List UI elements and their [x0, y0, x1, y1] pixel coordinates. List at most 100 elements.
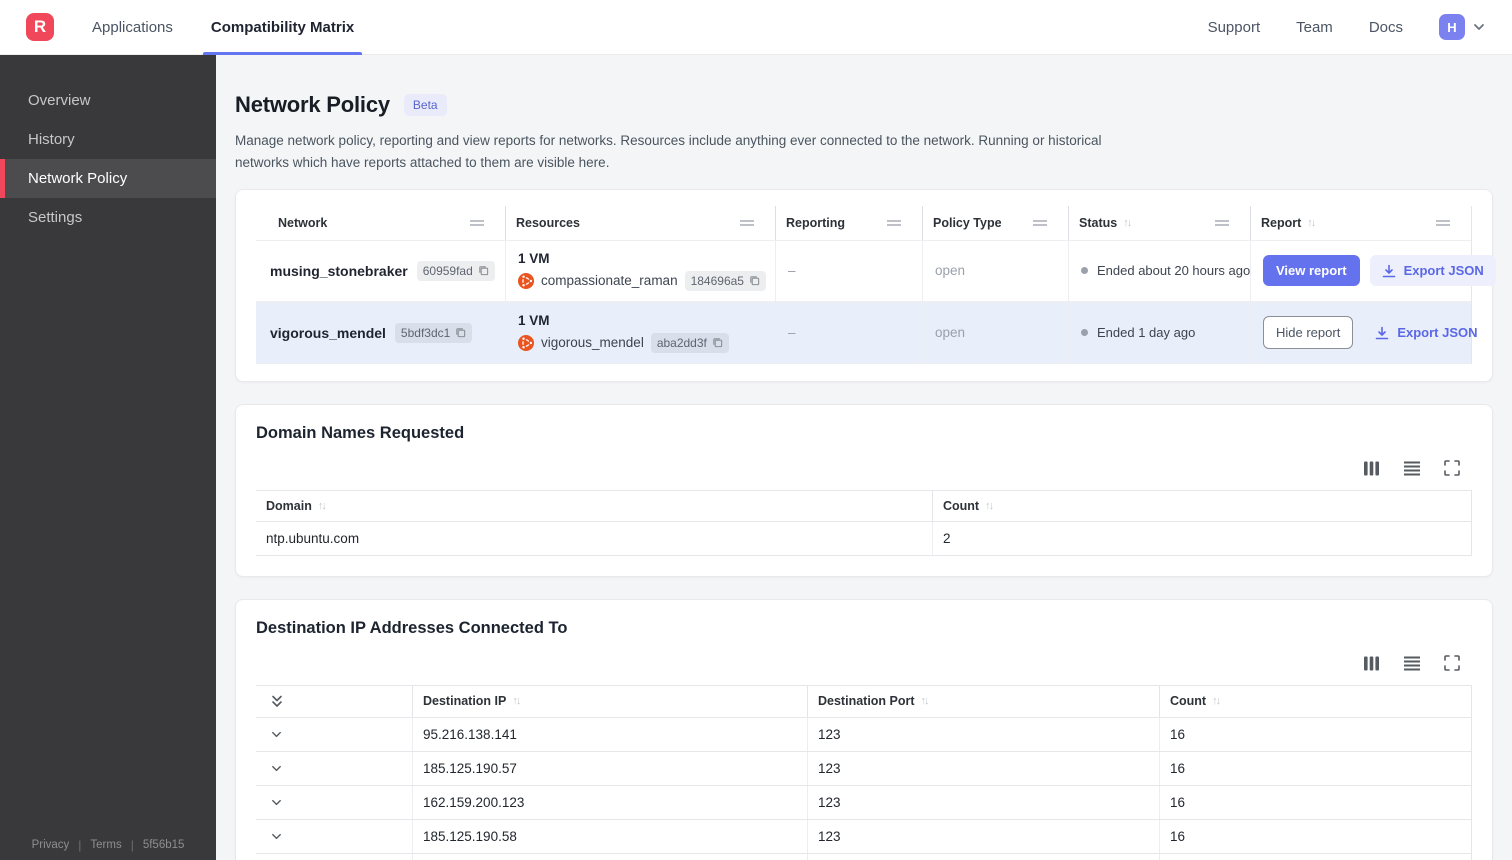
destination-ip-value: 95.216.138.141	[413, 717, 808, 751]
export-json-label: Export JSON	[1403, 263, 1484, 279]
drag-handle-icon[interactable]	[469, 219, 485, 227]
count-value: 16	[1170, 760, 1186, 776]
view-report-button[interactable]: View report	[1263, 255, 1360, 287]
download-icon	[1382, 264, 1396, 278]
page-title: Network Policy	[235, 92, 390, 117]
column-header-status[interactable]: Status ↑↓	[1069, 205, 1251, 240]
terms-link[interactable]: Terms	[90, 839, 121, 851]
column-header-destination-port[interactable]: Destination Port ↑↓	[808, 685, 1160, 717]
app-logo[interactable]: R	[26, 13, 54, 41]
network-id-pill: 60959fad	[416, 260, 495, 281]
sort-icon[interactable]: ↑↓	[318, 500, 327, 512]
columns-icon[interactable]	[1363, 655, 1380, 672]
column-header-count[interactable]: Count ↑↓	[933, 491, 1471, 521]
sidebar-item-overview[interactable]: Overview	[0, 81, 216, 120]
privacy-link[interactable]: Privacy	[32, 839, 70, 851]
sort-icon[interactable]: ↑↓	[512, 695, 521, 707]
domain-row[interactable]: ntp.ubuntu.com 2	[256, 521, 1471, 556]
sidebar-footer: Privacy | Terms | 5f56b15	[0, 838, 216, 852]
drag-handle-icon[interactable]	[1214, 219, 1230, 227]
column-label: Reporting	[786, 215, 846, 230]
drag-handle-icon[interactable]	[1435, 219, 1451, 227]
nav-link-support[interactable]: Support	[1208, 19, 1261, 36]
destination-row[interactable]: 95.216.100.21 123 16	[256, 853, 1471, 860]
resource-name: vigorous_mendel	[541, 335, 644, 351]
sort-icon[interactable]: ↑↓	[985, 500, 994, 512]
row-density-icon[interactable]	[1403, 655, 1421, 672]
chevron-down-icon[interactable]	[270, 762, 283, 775]
destinations-table: Destination IP ↑↓ Destination Port ↑↓ Co…	[256, 684, 1472, 860]
destination-row[interactable]: 162.159.200.123 123 16	[256, 785, 1471, 820]
network-row-vigorous-mendel[interactable]: vigorous_mendel 5bdf3dc1 1 VM vigorous_m…	[256, 301, 1478, 364]
sidebar-item-network-policy[interactable]: Network Policy	[0, 159, 216, 198]
hide-report-button[interactable]: Hide report	[1263, 316, 1354, 350]
vm-count: 1 VM	[518, 250, 550, 266]
column-label: Destination Port	[818, 694, 915, 709]
sidebar-item-history[interactable]: History	[0, 120, 216, 159]
top-navbar: R Applications Compatibility Matrix Supp…	[0, 0, 1512, 55]
column-header-domain[interactable]: Domain ↑↓	[256, 490, 933, 521]
sort-icon[interactable]: ↑↓	[1212, 695, 1221, 707]
destination-row[interactable]: 185.125.190.58 123 16	[256, 819, 1471, 854]
status-dot-icon	[1081, 329, 1088, 337]
double-chevron-down-icon[interactable]	[270, 694, 284, 709]
chevron-down-icon[interactable]	[270, 728, 283, 741]
export-json-label: Export JSON	[1397, 325, 1478, 341]
sort-icon[interactable]: ↑↓	[1307, 217, 1316, 229]
footer-divider: |	[78, 838, 82, 852]
column-header-resources[interactable]: Resources	[506, 205, 776, 240]
copy-icon[interactable]	[455, 327, 466, 338]
card-title: Destination IP Addresses Connected To	[256, 618, 568, 637]
nav-link-team[interactable]: Team	[1296, 19, 1333, 36]
export-json-button[interactable]: Export JSON	[1363, 317, 1489, 348]
network-table-header: Network Resources Reporting Policy Type …	[256, 205, 1471, 240]
drag-handle-icon[interactable]	[1032, 219, 1048, 227]
active-tab-underline	[202, 51, 363, 55]
export-json-button[interactable]: Export JSON	[1369, 255, 1496, 287]
chevron-down-icon[interactable]	[270, 796, 283, 809]
policy-type-value: open	[935, 263, 966, 279]
count-value: 16	[1170, 828, 1186, 844]
column-header-report[interactable]: Report ↑↓	[1251, 206, 1471, 240]
nav-tab-compatibility-matrix[interactable]: Compatibility Matrix	[202, 0, 363, 55]
sort-icon[interactable]: ↑↓	[1123, 217, 1132, 229]
sidebar-item-settings[interactable]: Settings	[0, 198, 216, 237]
sort-icon[interactable]: ↑↓	[921, 695, 930, 707]
fullscreen-icon[interactable]	[1444, 460, 1460, 476]
expand-all-header[interactable]	[256, 685, 413, 717]
nav-link-docs[interactable]: Docs	[1369, 19, 1403, 36]
copy-icon[interactable]	[478, 265, 489, 276]
network-table: Network Resources Reporting Policy Type …	[256, 205, 1496, 364]
drag-handle-icon[interactable]	[886, 219, 902, 227]
destination-port-value: 123	[808, 853, 1160, 860]
destination-ip-value: 162.159.200.123	[413, 785, 808, 819]
network-id: 5bdf3dc1	[400, 325, 451, 340]
status-text: Ended 1 day ago	[1097, 325, 1196, 341]
user-menu[interactable]: H	[1439, 14, 1486, 40]
network-id-pill: 5bdf3dc1	[394, 322, 473, 343]
network-table-card: Network Resources Reporting Policy Type …	[235, 188, 1496, 382]
policy-type-value: open	[935, 325, 966, 341]
destination-row[interactable]: 95.216.138.141 123 16	[256, 717, 1471, 752]
column-label: Status	[1079, 215, 1118, 230]
column-header-destination-ip[interactable]: Destination IP ↑↓	[413, 685, 808, 717]
chevron-down-icon[interactable]	[270, 830, 283, 843]
fullscreen-icon[interactable]	[1444, 655, 1460, 671]
nav-tab-applications[interactable]: Applications	[92, 0, 173, 55]
destination-ip-value: 95.216.100.21	[413, 853, 808, 860]
copy-icon[interactable]	[712, 337, 723, 348]
column-label: Resources	[516, 215, 580, 230]
copy-icon[interactable]	[749, 275, 760, 286]
column-header-network[interactable]: Network	[256, 205, 506, 240]
columns-icon[interactable]	[1363, 460, 1380, 477]
column-header-policy-type[interactable]: Policy Type	[923, 205, 1069, 240]
drag-handle-icon[interactable]	[739, 219, 755, 227]
column-header-reporting[interactable]: Reporting	[776, 205, 923, 240]
chevron-down-icon	[1472, 20, 1486, 34]
row-density-icon[interactable]	[1403, 460, 1421, 477]
destination-row[interactable]: 185.125.190.57 123 16	[256, 751, 1471, 786]
column-label: Report	[1261, 215, 1302, 230]
network-row-musing-stonebraker[interactable]: musing_stonebraker 60959fad 1 VM compass…	[256, 239, 1496, 302]
sidebar: Overview History Network Policy Settings…	[0, 55, 216, 860]
column-header-count[interactable]: Count ↑↓	[1160, 686, 1471, 717]
